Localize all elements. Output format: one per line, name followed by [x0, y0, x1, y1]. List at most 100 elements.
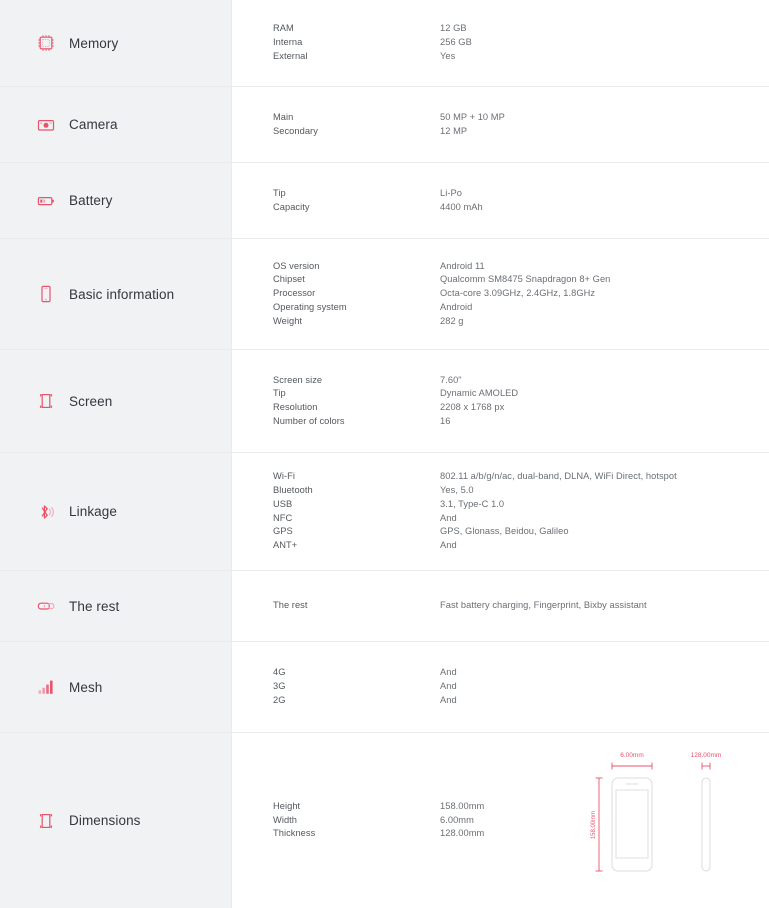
spec-keys: 4G 3G 2G — [273, 666, 440, 707]
battery-icon — [36, 191, 56, 211]
section-label-mesh: Mesh — [0, 642, 232, 732]
spec-value: 3.1, Type-C 1.0 — [440, 498, 505, 509]
spec-key: Capacity — [273, 201, 310, 212]
spec-value: GPS, Glonass, Beidou, Galileo — [440, 526, 569, 537]
spec-section-screen: Screen Screen size Tip Resolution Number… — [0, 349, 769, 452]
spec-value: Fast battery charging, Fingerprint, Bixb… — [440, 600, 647, 611]
spec-section-dimensions: Dimensions Height Width Thickness 158.00… — [0, 732, 769, 908]
spec-value: 7.60" — [440, 374, 462, 385]
spec-value: 158.00mm — [440, 800, 485, 811]
spec-section-the-rest: The rest The rest Fast battery charging,… — [0, 570, 769, 641]
spec-key: 3G — [273, 681, 286, 692]
spec-key: Tip — [273, 187, 286, 198]
spec-keys: Height Width Thickness — [273, 800, 440, 841]
spec-key: Number of colors — [273, 415, 345, 426]
spec-section-battery: Battery Tip Capacity Li-Po 4400 mAh — [0, 162, 769, 238]
spec-key: ANT+ — [273, 539, 298, 550]
spec-section-linkage: Linkage Wi-Fi Bluetooth USB NFC GPS ANT+… — [0, 452, 769, 570]
spec-value: 2208 x 1768 px — [440, 402, 505, 412]
spec-value: 16 — [440, 415, 451, 426]
spec-values: Fast battery charging, Fingerprint, Bixb… — [440, 599, 647, 613]
spec-values: 7.60" Dynamic AMOLED 2208 x 1768 px 16 — [440, 374, 518, 429]
spec-value: Li-Po — [440, 187, 462, 198]
diagram-width-label: 6.00mm — [620, 752, 643, 759]
spec-key: NFC — [273, 512, 293, 523]
spec-key: Width — [273, 814, 298, 825]
spec-value: And — [440, 681, 457, 692]
spec-keys: Wi-Fi Bluetooth USB NFC GPS ANT+ — [273, 470, 440, 552]
spec-key: Wi-Fi — [273, 471, 295, 482]
section-title: Battery — [69, 193, 113, 208]
spec-key: Interna — [273, 37, 303, 48]
spec-value: And — [440, 512, 457, 523]
spec-value: 802.11 a/b/g/n/ac, dual-band, DLNA, WiFi… — [440, 471, 677, 482]
phone-icon — [36, 284, 56, 304]
screen-frame-icon — [36, 391, 56, 411]
section-body-linkage: Wi-Fi Bluetooth USB NFC GPS ANT+ 802.11 … — [232, 453, 769, 570]
spec-key: 4G — [273, 667, 286, 678]
section-title: Dimensions — [69, 813, 141, 828]
spec-keys: The rest — [273, 599, 440, 613]
spec-value: And — [440, 667, 457, 678]
section-body-memory: RAM Interna External 12 GB 256 GB Yes — [232, 0, 769, 86]
section-label-basic-information: Basic information — [0, 239, 232, 349]
spec-section-memory: Memory RAM Interna External 12 GB 256 GB… — [0, 0, 769, 86]
spec-key: Tip — [273, 388, 286, 399]
signal-bars-icon — [36, 677, 56, 697]
memory-chip-icon — [36, 33, 56, 53]
spec-key: Weight — [273, 315, 303, 326]
spec-value: And — [440, 694, 457, 705]
spec-key: GPS — [273, 526, 293, 537]
spec-key: RAM — [273, 23, 294, 34]
spec-value: Octa-core 3.09GHz, 2.4GHz, 1.8GHz — [440, 288, 596, 299]
spec-key: Secondary — [273, 125, 318, 136]
spec-keys: OS version Chipset Processor Operating s… — [273, 260, 440, 329]
section-title: The rest — [69, 598, 120, 614]
section-label-linkage: Linkage — [0, 453, 232, 570]
section-label-battery: Battery — [0, 163, 232, 238]
spec-table: Memory RAM Interna External 12 GB 256 GB… — [0, 0, 769, 908]
spec-key: Operating system — [273, 301, 347, 312]
spec-key: Bluetooth — [273, 485, 313, 496]
section-label-camera: Camera — [0, 87, 232, 162]
section-title: Basic information — [69, 286, 175, 302]
spec-value: Yes, 5.0 — [440, 485, 474, 496]
section-title: Memory — [69, 35, 119, 51]
spec-value: 12 MP — [440, 125, 468, 136]
spec-values: 802.11 a/b/g/n/ac, dual-band, DLNA, WiFi… — [440, 470, 677, 552]
spec-value: 50 MP + 10 MP — [440, 111, 505, 122]
camera-icon — [36, 115, 56, 135]
spec-key: Height — [273, 800, 301, 811]
spec-values: 50 MP + 10 MP 12 MP — [440, 111, 505, 138]
spec-key: Main — [273, 111, 294, 122]
spec-value: 282 g — [440, 315, 464, 326]
spec-section-basic-information: Basic information OS version Chipset Pro… — [0, 238, 769, 349]
dimension-diagram: 6.00mm 128.00mm 158.00mm — [584, 747, 744, 887]
spec-value: Yes — [440, 50, 456, 61]
section-label-memory: Memory — [0, 0, 232, 86]
spec-key: Processor — [273, 288, 316, 299]
spec-value: Dynamic AMOLED — [440, 388, 519, 399]
spec-values: Android 11 Qualcomm SM8475 Snapdragon 8+… — [440, 260, 610, 329]
spec-values: And And And — [440, 666, 457, 707]
spec-key: Chipset — [273, 274, 305, 285]
spec-key: Screen size — [273, 374, 323, 385]
spec-keys: Tip Capacity — [273, 187, 440, 214]
diagram-thickness-label: 128.00mm — [691, 752, 722, 759]
vr-glasses-icon — [36, 596, 56, 616]
section-label-screen: Screen — [0, 350, 232, 452]
spec-key: The rest — [273, 600, 308, 611]
section-body-the-rest: The rest Fast battery charging, Fingerpr… — [232, 571, 769, 641]
spec-value: Qualcomm SM8475 Snapdragon 8+ Gen — [440, 274, 611, 285]
spec-value: Android 11 — [440, 260, 485, 271]
spec-values: Li-Po 4400 mAh — [440, 187, 483, 214]
section-label-dimensions: Dimensions — [0, 733, 232, 908]
spec-value: 4400 mAh — [440, 201, 483, 212]
spec-key: Thickness — [273, 828, 316, 839]
dimensions-icon — [36, 811, 56, 831]
section-body-battery: Tip Capacity Li-Po 4400 mAh — [232, 163, 769, 238]
spec-keys: Main Secondary — [273, 111, 440, 138]
spec-values: 12 GB 256 GB Yes — [440, 22, 472, 63]
spec-key: OS version — [273, 260, 320, 271]
spec-keys: RAM Interna External — [273, 22, 440, 63]
